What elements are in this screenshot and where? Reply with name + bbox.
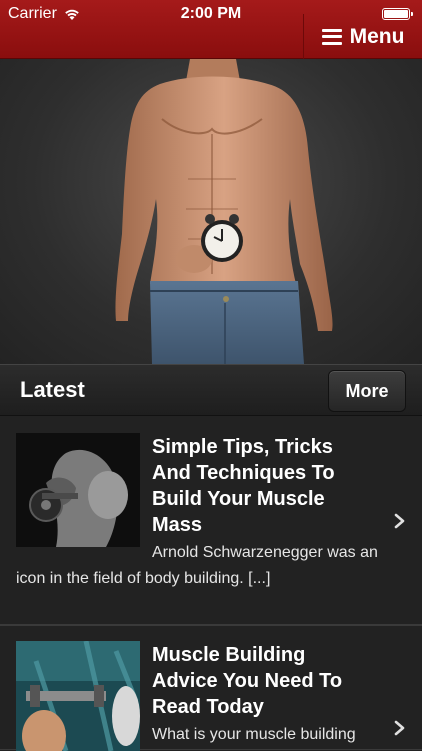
chevron-right-icon [394, 513, 405, 529]
article-excerpt: What is your muscle building [152, 726, 356, 743]
app-header: Carrier 2:00 PM Menu [0, 0, 422, 59]
article-excerpt: Arnold Schwarzenegger was an icon in the… [16, 544, 378, 587]
menu-button[interactable]: Menu [303, 14, 422, 59]
hero-image [0, 59, 422, 364]
hero-figure-illustration [115, 59, 333, 364]
article-list-item[interactable]: Muscle Building Advice You Need To Read … [0, 625, 422, 751]
latest-title: Latest [20, 377, 85, 402]
article-title[interactable]: Simple Tips, Tricks And Techniques To Bu… [152, 434, 372, 538]
article-list-item[interactable]: Simple Tips, Tricks And Techniques To Bu… [0, 416, 422, 625]
latest-section-header: Latest More [0, 364, 422, 416]
article-thumbnail [16, 641, 140, 751]
hamburger-icon [321, 28, 342, 45]
article-title[interactable]: Muscle Building Advice You Need To Read … [152, 642, 372, 720]
menu-label: Menu [349, 24, 405, 48]
more-button[interactable]: More [328, 370, 406, 412]
chevron-right-icon [394, 720, 405, 736]
article-thumbnail [16, 433, 140, 547]
